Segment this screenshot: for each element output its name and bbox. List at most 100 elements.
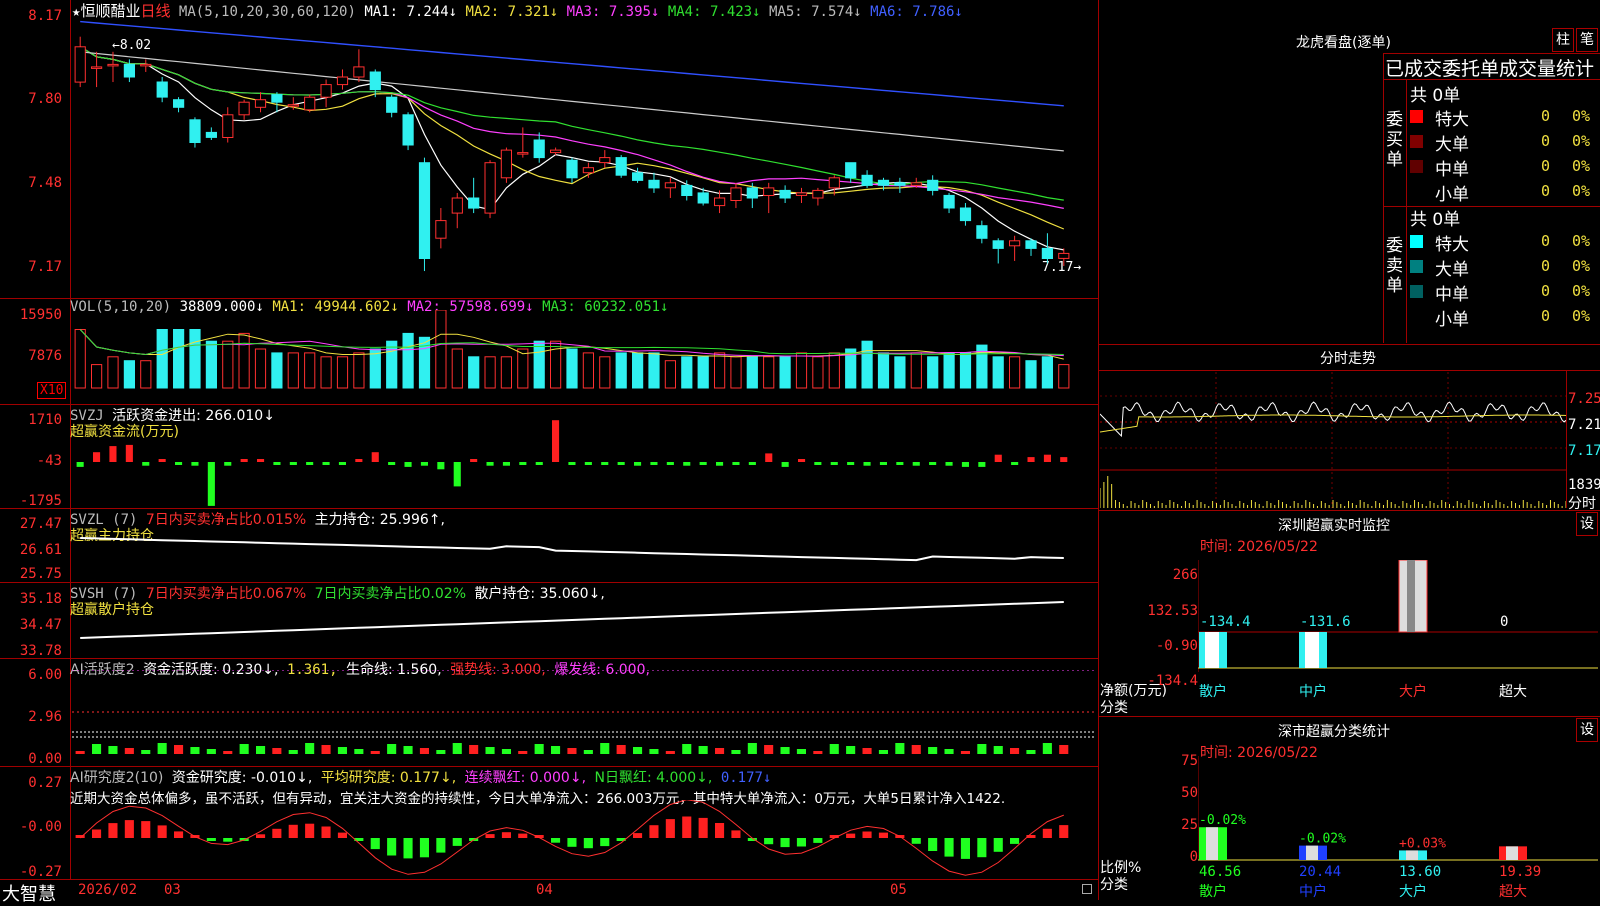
main-divider — [1098, 0, 1099, 900]
activity-bar — [780, 747, 790, 754]
svsh-tick-1: 34.47 — [19, 617, 62, 633]
intraday-chart[interactable] — [1100, 372, 1566, 508]
candle-body — [927, 179, 939, 191]
sz-monitor-chart: -134.4 散户 -131.6 中户 266 大户 0 超大 — [1198, 560, 1598, 700]
activity-bar — [649, 749, 659, 754]
flow-bar — [699, 462, 707, 465]
candle-body — [173, 99, 185, 108]
activity-bar — [567, 748, 577, 754]
flow-bar — [355, 459, 363, 462]
volume-bar — [369, 348, 381, 389]
buy-row-count: 0 — [1540, 157, 1550, 175]
sz-class-title: 深市超赢分类统计 — [1278, 724, 1390, 740]
ai-activity-chart — [72, 670, 1096, 754]
activity-bar — [665, 751, 675, 754]
szc-tick-3: 0 — [1189, 849, 1198, 865]
activity-bar — [190, 747, 200, 754]
candle-body — [648, 179, 660, 189]
candle-body — [271, 94, 283, 103]
brand-logo[interactable]: 大智慧 — [2, 880, 56, 906]
activity-bar — [715, 748, 725, 754]
candle-body — [943, 194, 955, 209]
main-holding-line — [80, 537, 1064, 562]
activity-bar — [583, 750, 593, 754]
candle-body — [189, 119, 201, 144]
sell-row-name: 中单 — [1435, 285, 1469, 305]
flow-bar — [109, 446, 117, 462]
date-tick-0: 2026/02 — [78, 882, 138, 898]
szc-category-label: 散户 — [1199, 883, 1227, 900]
candle-body — [91, 66, 103, 69]
intraday-tick-0: 7.25 — [1568, 391, 1600, 407]
volume-bar — [632, 352, 644, 389]
candle-body — [845, 162, 857, 179]
sz-xlabel: 分类 — [1100, 700, 1128, 716]
flow-bar — [929, 462, 937, 465]
flow-bar — [338, 462, 346, 465]
flow-bar — [257, 459, 265, 462]
sell-color-swatch — [1410, 285, 1423, 298]
volume-bar — [877, 352, 890, 389]
candle-body — [763, 187, 775, 196]
flow-bar — [568, 462, 576, 465]
flow-bar — [93, 452, 101, 462]
sz-class-chart: -0.02% 46.56 散户 -0.02% 20.44 中户 +0.03% 13.60 大户 1… — [1198, 756, 1598, 900]
volume-bar — [861, 340, 873, 389]
volume-bar — [1025, 360, 1037, 389]
research-bar — [665, 819, 675, 838]
air-tick-2: -0.27 — [19, 864, 62, 880]
sz-class-top-line — [1099, 716, 1600, 717]
activity-bar — [764, 745, 774, 754]
activity-bar — [911, 745, 921, 754]
volume-bar — [336, 356, 349, 389]
candle-body — [746, 187, 758, 199]
research-bar — [764, 838, 774, 845]
volume-bar — [1041, 356, 1053, 389]
sell-total: 共 0单 — [1410, 210, 1461, 230]
bar-mode-button[interactable]: 柱 — [1552, 28, 1574, 52]
activity-bar — [436, 750, 446, 754]
flow-bar — [76, 462, 84, 467]
volume-bar — [386, 340, 398, 389]
activity-bar — [895, 743, 905, 754]
flow-bar — [388, 462, 396, 465]
vol-scale-badge[interactable]: X10 — [37, 382, 67, 399]
activity-bar — [354, 749, 364, 754]
tick-mode-button[interactable]: 笔 — [1576, 28, 1598, 52]
sz-monitor-settings-button[interactable]: 设 — [1576, 512, 1598, 536]
flow-bar — [453, 462, 461, 487]
sz-class-settings-button[interactable]: 设 — [1576, 718, 1598, 742]
sell-row-count: 0 — [1540, 282, 1550, 300]
air-t2: 平均研究度: 0.177↓, — [320, 770, 457, 786]
flow-bar — [437, 462, 445, 470]
research-bar — [223, 838, 233, 842]
flow-bar — [732, 462, 740, 465]
sell-row-name: 特大 — [1435, 235, 1469, 255]
candlestick-chart[interactable] — [72, 14, 1096, 298]
volume-bar — [910, 352, 922, 389]
candle-body — [1058, 252, 1070, 259]
szc-bar-highlight — [1306, 845, 1318, 860]
date-tick-3: 05 — [890, 882, 907, 898]
svzj-tick-0: 1710 — [28, 412, 62, 428]
intraday-top-line — [1099, 344, 1600, 345]
lock-icon[interactable] — [1082, 884, 1092, 894]
candle-body — [1041, 247, 1053, 259]
activity-bar — [682, 744, 692, 754]
research-bar — [878, 832, 888, 838]
research-bar — [370, 838, 380, 850]
candle-body — [468, 197, 480, 209]
candle-body — [222, 114, 234, 139]
flow-bar — [978, 462, 986, 467]
flow-bar — [994, 454, 1002, 462]
volume-bar — [894, 356, 906, 389]
sell-color-swatch — [1410, 235, 1423, 248]
volume-bar — [1009, 356, 1021, 389]
activity-bar — [747, 743, 757, 754]
dragon-label-line — [1406, 79, 1407, 343]
activity-bar — [370, 751, 380, 754]
flow-bar — [716, 462, 724, 466]
flow-bar — [1011, 462, 1019, 465]
flow-bar — [765, 453, 773, 462]
svzl-text1: 7日内买卖净占比0.015% — [145, 512, 307, 528]
